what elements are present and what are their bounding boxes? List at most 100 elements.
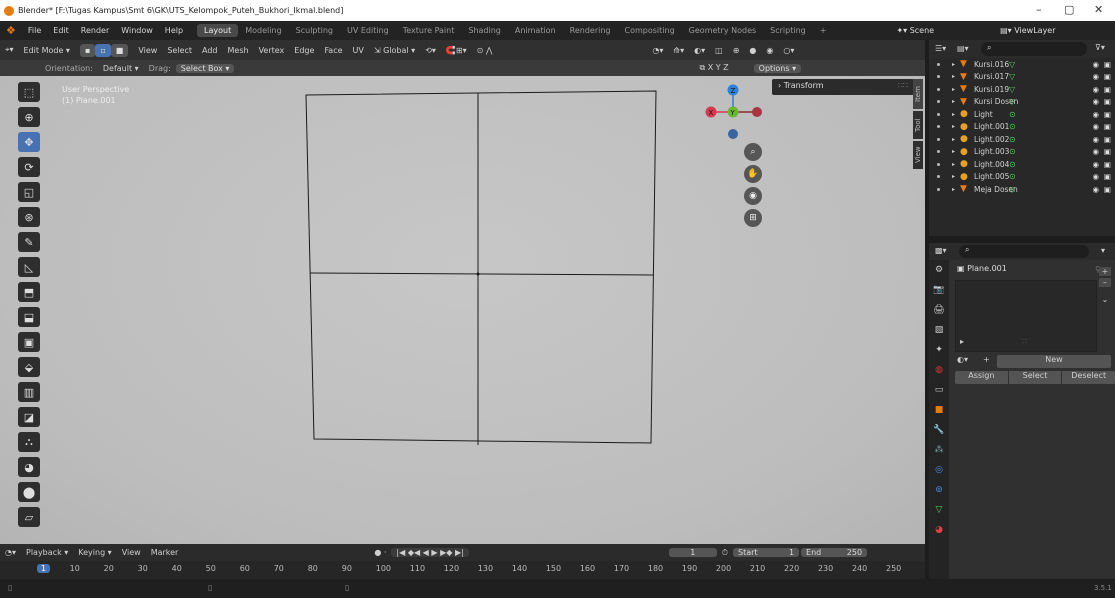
face-select-icon[interactable]: ■ — [110, 43, 129, 57]
drag-handle-icon[interactable]: ∷∷ — [898, 81, 908, 90]
tab-sculpting[interactable]: Sculpting — [289, 24, 340, 37]
tab-tool[interactable]: Tool — [913, 111, 923, 139]
outliner-row[interactable]: ▸ ▼ Kursi.019 ▽ ◉ ▣ — [929, 83, 1115, 96]
minimize-button[interactable]: – — [1036, 3, 1042, 16]
vertex-group-list[interactable]: ▸ ∷ — [955, 280, 1097, 352]
annotate-icon[interactable]: ✎ — [18, 232, 40, 252]
menu-uv[interactable]: UV — [348, 46, 369, 55]
tab-texture-paint[interactable]: Texture Paint — [396, 24, 462, 37]
tab-shading[interactable]: Shading — [461, 24, 508, 37]
smooth-icon[interactable]: ⬤ — [18, 482, 40, 502]
collection-tab-icon[interactable]: ▭ — [929, 380, 949, 400]
next-key-icon[interactable]: ▶◆ — [440, 548, 455, 557]
shading-solid-icon[interactable]: ● — [744, 46, 761, 55]
assign-button[interactable]: Assign — [955, 371, 1008, 384]
render-camera-icon[interactable]: ▣ — [1104, 72, 1111, 81]
pivot-icon[interactable]: ⟲▾ — [420, 46, 441, 55]
poly-build-icon[interactable]: ⛬ — [18, 432, 40, 452]
extrude-icon[interactable]: ⬓ — [18, 307, 40, 327]
camera-icon[interactable]: ◉ — [744, 187, 762, 205]
render-tab-icon[interactable]: 📷 — [929, 280, 949, 300]
visibility-eye-icon[interactable]: ◉ — [1092, 160, 1099, 169]
outliner-row[interactable]: ▸ ▼ Kursi Dosen ▽ ◉ ▣ — [929, 96, 1115, 109]
inset-icon[interactable]: ▣ — [18, 332, 40, 352]
physics-tab-icon[interactable]: ◎ — [929, 460, 949, 480]
tab-view[interactable]: View — [913, 141, 923, 169]
menu-file[interactable]: File — [22, 26, 47, 35]
add-group-button[interactable]: + — [1099, 267, 1111, 276]
slot-add-button[interactable]: + — [983, 355, 997, 368]
measure-icon[interactable]: ◺ — [18, 257, 40, 277]
mode-selector[interactable]: Edit Mode ▾ — [19, 46, 75, 55]
rotate-icon[interactable]: ⟳ — [18, 157, 40, 177]
tool-tab-icon[interactable]: ⚙ — [929, 260, 949, 280]
menu-view[interactable]: View — [133, 46, 162, 55]
render-camera-icon[interactable]: ▣ — [1104, 147, 1111, 156]
expand-arrow-icon[interactable]: ▸ — [952, 61, 955, 68]
move-icon[interactable]: ✥ — [18, 132, 40, 152]
outliner-row[interactable]: ▸ ● Light.005 ⊙ ◉ ▣ — [929, 171, 1115, 184]
menu-help[interactable]: Help — [159, 26, 189, 35]
visibility-eye-icon[interactable]: ◉ — [1092, 172, 1099, 181]
overlay-toggle-icon[interactable]: ◐▾ — [689, 46, 710, 55]
menu-mesh[interactable]: Mesh — [223, 46, 254, 55]
select-box-icon[interactable]: ⬚ — [18, 82, 40, 102]
editor-type-icon[interactable]: ⌖▾ — [0, 45, 19, 55]
transform-orientation-selector[interactable]: ⇲ Global ▾ — [369, 46, 420, 55]
render-camera-icon[interactable]: ▣ — [1104, 85, 1111, 94]
outliner-row[interactable]: ▸ ▼ Meja Dosen ▽ ◉ ▣ — [929, 183, 1115, 196]
timeline-editor-icon[interactable]: ◔▾ — [0, 548, 21, 557]
expand-arrow-icon[interactable]: ▸ — [952, 161, 955, 168]
menu-keying[interactable]: Keying ▾ — [73, 548, 116, 557]
outliner-row[interactable]: ▸ ● Light.003 ⊙ ◉ ▣ — [929, 146, 1115, 159]
record-button-icon[interactable]: ● · — [369, 548, 391, 557]
expand-arrow-icon[interactable]: ▸ — [952, 86, 955, 93]
tab-uv-editing[interactable]: UV Editing — [340, 24, 396, 37]
render-camera-icon[interactable]: ▣ — [1104, 60, 1111, 69]
current-frame-field[interactable]: 1 — [668, 548, 717, 557]
modifier-tab-icon[interactable]: 🔧 — [929, 420, 949, 440]
deselect-button[interactable]: Deselect — [1062, 371, 1115, 384]
filter-icon[interactable]: ⊽▾ — [1095, 43, 1105, 52]
outliner-search-input[interactable]: ⌕ — [981, 42, 1087, 56]
visibility-eye-icon[interactable]: ◉ — [1092, 110, 1099, 119]
tab-rendering[interactable]: Rendering — [563, 24, 618, 37]
scale-icon[interactable]: ◱ — [18, 182, 40, 202]
expand-arrow-icon[interactable]: ▸ — [952, 111, 955, 118]
list-expand-arrow-icon[interactable]: ▸ — [960, 337, 964, 346]
outliner-row[interactable]: ▸ ● Light.001 ⊙ ◉ ▣ — [929, 121, 1115, 134]
visibility-eye-icon[interactable]: ◉ — [1092, 97, 1099, 106]
transform-icon[interactable]: ⊛ — [18, 207, 40, 227]
menu-playback[interactable]: Playback ▾ — [21, 548, 73, 557]
knife-icon[interactable]: ◪ — [18, 407, 40, 427]
render-camera-icon[interactable]: ▣ — [1104, 110, 1111, 119]
shear-icon[interactable]: ▱ — [18, 507, 40, 527]
expand-arrow-icon[interactable]: ▸ — [952, 98, 955, 105]
shading-wireframe-icon[interactable]: ⊕ — [728, 46, 745, 55]
maximize-button[interactable]: ▢ — [1064, 3, 1074, 16]
render-camera-icon[interactable]: ▣ — [1104, 185, 1111, 194]
mirror-x-toggle[interactable]: X — [708, 63, 713, 72]
menu-add[interactable]: Add — [197, 46, 223, 55]
spin-icon[interactable]: ◕ — [18, 457, 40, 477]
proportional-edit-icon[interactable]: ⊙ ⋀ — [472, 46, 498, 55]
jump-start-icon[interactable]: |◀ — [396, 548, 407, 557]
menu-edge[interactable]: Edge — [289, 46, 319, 55]
constraints-tab-icon[interactable]: ⊚ — [929, 480, 949, 500]
start-frame-field[interactable]: Start 1 — [733, 548, 800, 557]
outliner-editor-icon[interactable]: ☰▾ — [935, 44, 946, 53]
outliner-row[interactable]: ▸ ● Light.004 ⊙ ◉ ▣ — [929, 158, 1115, 171]
render-camera-icon[interactable]: ▣ — [1104, 135, 1111, 144]
tab-item[interactable]: Item — [913, 79, 923, 109]
snap-icon[interactable]: 🧲⊞▾ — [441, 46, 472, 55]
shading-rendered-icon[interactable]: ○▾ — [778, 46, 799, 55]
world-tab-icon[interactable]: ◍ — [929, 360, 949, 380]
pan-hand-icon[interactable]: ✋ — [744, 165, 762, 183]
blender-menu-icon[interactable]: ❖ — [0, 24, 22, 37]
outliner-row[interactable]: ▸ ● Light ⊙ ◉ ▣ — [929, 108, 1115, 121]
scene-selector[interactable]: ✦▾ Scene — [889, 24, 941, 37]
cursor-icon[interactable]: ⊕ — [18, 107, 40, 127]
prev-key-icon[interactable]: ◆◀ — [408, 548, 423, 557]
tab-layout[interactable]: Layout — [197, 24, 239, 37]
outliner-row[interactable]: ▸ ● Light.002 ⊙ ◉ ▣ — [929, 133, 1115, 146]
